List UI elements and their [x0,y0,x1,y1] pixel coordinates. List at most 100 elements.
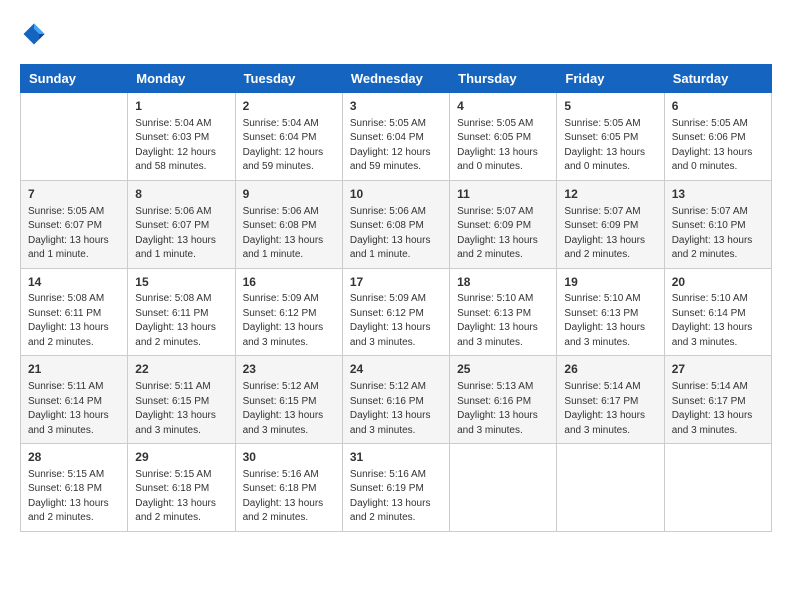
calendar-day-3: 3 Sunrise: 5:05 AM Sunset: 6:04 PM Daylig… [342,93,449,181]
day-number: 23 [243,361,335,378]
calendar-week-row: 28 Sunrise: 5:15 AM Sunset: 6:18 PM Dayli… [21,444,772,532]
day-number: 22 [135,361,227,378]
calendar-day-28: 28 Sunrise: 5:15 AM Sunset: 6:18 PM Dayli… [21,444,128,532]
day-info: Sunrise: 5:13 AM Sunset: 6:16 PM Dayligh… [457,380,549,438]
day-number: 20 [672,274,764,291]
day-number: 19 [564,274,656,291]
calendar-header-saturday: Saturday [664,65,771,93]
calendar-empty-cell [21,93,128,181]
calendar-day-4: 4 Sunrise: 5:05 AM Sunset: 6:05 PM Daylig… [450,93,557,181]
day-info: Sunrise: 5:10 AM Sunset: 6:14 PM Dayligh… [672,292,764,350]
calendar-week-row: 21 Sunrise: 5:11 AM Sunset: 6:14 PM Dayli… [21,356,772,444]
day-info: Sunrise: 5:16 AM Sunset: 6:19 PM Dayligh… [350,468,442,526]
day-number: 24 [350,361,442,378]
day-info: Sunrise: 5:12 AM Sunset: 6:16 PM Dayligh… [350,380,442,438]
calendar-header-row: SundayMondayTuesdayWednesdayThursdayFrid… [21,65,772,93]
day-info: Sunrise: 5:08 AM Sunset: 6:11 PM Dayligh… [28,292,120,350]
calendar-day-26: 26 Sunrise: 5:14 AM Sunset: 6:17 PM Dayli… [557,356,664,444]
calendar-table: SundayMondayTuesdayWednesdayThursdayFrid… [20,64,772,532]
day-number: 1 [135,98,227,115]
logo [20,20,52,48]
header [20,20,772,48]
day-number: 7 [28,186,120,203]
calendar-day-20: 20Sunrise: 5:10 AM Sunset: 6:14 PM Dayli… [664,268,771,356]
day-info: Sunrise: 5:08 AM Sunset: 6:11 PM Dayligh… [135,292,227,350]
calendar-day-25: 25 Sunrise: 5:13 AM Sunset: 6:16 PM Dayli… [450,356,557,444]
calendar-week-row: 1 Sunrise: 5:04 AM Sunset: 6:03 PM Daylig… [21,93,772,181]
day-info: Sunrise: 5:06 AM Sunset: 6:08 PM Dayligh… [243,205,335,263]
calendar-day-27: 27Sunrise: 5:14 AM Sunset: 6:17 PM Dayli… [664,356,771,444]
calendar-day-2: 2Sunrise: 5:04 AM Sunset: 6:04 PM Daylig… [235,93,342,181]
day-info: Sunrise: 5:06 AM Sunset: 6:08 PM Dayligh… [350,205,442,263]
calendar-day-18: 18Sunrise: 5:10 AM Sunset: 6:13 PM Dayli… [450,268,557,356]
day-info: Sunrise: 5:07 AM Sunset: 6:09 PM Dayligh… [564,205,656,263]
day-number: 13 [672,186,764,203]
calendar-day-14: 14Sunrise: 5:08 AM Sunset: 6:11 PM Dayli… [21,268,128,356]
day-number: 4 [457,98,549,115]
day-info: Sunrise: 5:09 AM Sunset: 6:12 PM Dayligh… [350,292,442,350]
day-number: 3 [350,98,442,115]
calendar-day-10: 10Sunrise: 5:06 AM Sunset: 6:08 PM Dayli… [342,180,449,268]
day-info: Sunrise: 5:14 AM Sunset: 6:17 PM Dayligh… [564,380,656,438]
day-info: Sunrise: 5:07 AM Sunset: 6:09 PM Dayligh… [457,205,549,263]
calendar-day-6: 6 Sunrise: 5:05 AM Sunset: 6:06 PM Daylig… [664,93,771,181]
day-number: 25 [457,361,549,378]
day-number: 15 [135,274,227,291]
day-number: 6 [672,98,764,115]
day-info: Sunrise: 5:05 AM Sunset: 6:07 PM Dayligh… [28,205,120,263]
day-number: 11 [457,186,549,203]
calendar-day-5: 5 Sunrise: 5:05 AM Sunset: 6:05 PM Daylig… [557,93,664,181]
day-number: 30 [243,449,335,466]
day-number: 26 [564,361,656,378]
day-number: 31 [350,449,442,466]
day-info: Sunrise: 5:15 AM Sunset: 6:18 PM Dayligh… [135,468,227,526]
calendar-day-1: 1 Sunrise: 5:04 AM Sunset: 6:03 PM Daylig… [128,93,235,181]
calendar-header-sunday: Sunday [21,65,128,93]
calendar-day-23: 23Sunrise: 5:12 AM Sunset: 6:15 PM Dayli… [235,356,342,444]
calendar-header-wednesday: Wednesday [342,65,449,93]
day-info: Sunrise: 5:05 AM Sunset: 6:06 PM Dayligh… [672,117,764,175]
day-info: Sunrise: 5:05 AM Sunset: 6:04 PM Dayligh… [350,117,442,175]
day-info: Sunrise: 5:16 AM Sunset: 6:18 PM Dayligh… [243,468,335,526]
day-number: 29 [135,449,227,466]
day-info: Sunrise: 5:04 AM Sunset: 6:03 PM Dayligh… [135,117,227,175]
day-info: Sunrise: 5:06 AM Sunset: 6:07 PM Dayligh… [135,205,227,263]
calendar-day-9: 9 Sunrise: 5:06 AM Sunset: 6:08 PM Daylig… [235,180,342,268]
day-info: Sunrise: 5:05 AM Sunset: 6:05 PM Dayligh… [564,117,656,175]
day-info: Sunrise: 5:07 AM Sunset: 6:10 PM Dayligh… [672,205,764,263]
calendar-day-7: 7 Sunrise: 5:05 AM Sunset: 6:07 PM Daylig… [21,180,128,268]
day-number: 21 [28,361,120,378]
day-number: 17 [350,274,442,291]
day-number: 2 [243,98,335,115]
day-info: Sunrise: 5:09 AM Sunset: 6:12 PM Dayligh… [243,292,335,350]
day-info: Sunrise: 5:10 AM Sunset: 6:13 PM Dayligh… [564,292,656,350]
day-number: 5 [564,98,656,115]
calendar-day-11: 11 Sunrise: 5:07 AM Sunset: 6:09 PM Dayli… [450,180,557,268]
day-info: Sunrise: 5:11 AM Sunset: 6:15 PM Dayligh… [135,380,227,438]
calendar-header-friday: Friday [557,65,664,93]
day-number: 9 [243,186,335,203]
day-number: 14 [28,274,120,291]
calendar-empty-cell [557,444,664,532]
calendar-day-31: 31 Sunrise: 5:16 AM Sunset: 6:19 PM Dayli… [342,444,449,532]
calendar-header-monday: Monday [128,65,235,93]
calendar-header-thursday: Thursday [450,65,557,93]
calendar-day-8: 8 Sunrise: 5:06 AM Sunset: 6:07 PM Daylig… [128,180,235,268]
day-info: Sunrise: 5:11 AM Sunset: 6:14 PM Dayligh… [28,380,120,438]
calendar-day-17: 17Sunrise: 5:09 AM Sunset: 6:12 PM Dayli… [342,268,449,356]
calendar-day-30: 30 Sunrise: 5:16 AM Sunset: 6:18 PM Dayli… [235,444,342,532]
day-number: 12 [564,186,656,203]
day-info: Sunrise: 5:05 AM Sunset: 6:05 PM Dayligh… [457,117,549,175]
day-number: 28 [28,449,120,466]
calendar-header-tuesday: Tuesday [235,65,342,93]
day-number: 16 [243,274,335,291]
day-number: 18 [457,274,549,291]
calendar-day-22: 22 Sunrise: 5:11 AM Sunset: 6:15 PM Dayli… [128,356,235,444]
calendar-day-16: 16Sunrise: 5:09 AM Sunset: 6:12 PM Dayli… [235,268,342,356]
calendar-week-row: 7 Sunrise: 5:05 AM Sunset: 6:07 PM Daylig… [21,180,772,268]
day-number: 27 [672,361,764,378]
day-info: Sunrise: 5:15 AM Sunset: 6:18 PM Dayligh… [28,468,120,526]
day-number: 8 [135,186,227,203]
day-info: Sunrise: 5:10 AM Sunset: 6:13 PM Dayligh… [457,292,549,350]
calendar-day-13: 13 Sunrise: 5:07 AM Sunset: 6:10 PM Dayli… [664,180,771,268]
